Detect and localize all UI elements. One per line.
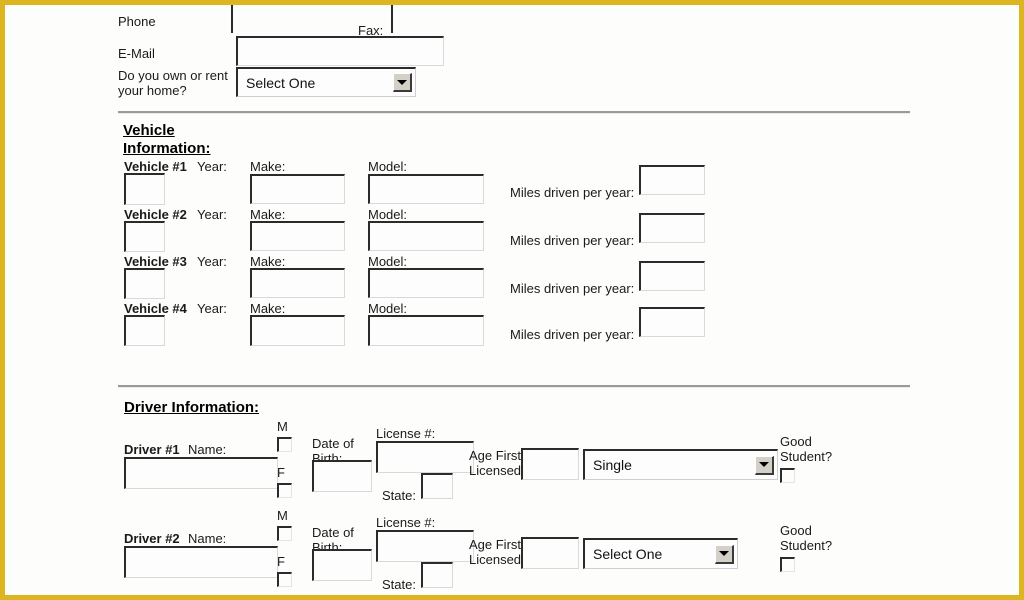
vehicle-make-input[interactable] <box>250 268 345 298</box>
driver-age-first-licensed-input[interactable] <box>521 537 579 569</box>
vehicle-make-label: Make: <box>250 159 286 174</box>
section-divider-vehicle <box>118 111 910 114</box>
phone-label: Phone <box>118 14 156 29</box>
vehicle-row-label: Vehicle #3 <box>124 254 187 269</box>
vehicle-miles-input[interactable] <box>639 307 705 337</box>
vehicle-miles-input[interactable] <box>639 165 705 195</box>
driver-female-checkbox[interactable] <box>277 483 292 498</box>
email-label: E-Mail <box>118 46 155 61</box>
vehicle-year-label: Year: <box>197 159 227 174</box>
driver-name-input[interactable] <box>124 546 278 578</box>
driver-male-checkbox[interactable] <box>277 526 292 541</box>
driver-state-input[interactable] <box>421 562 453 588</box>
vehicle-model-label: Model: <box>368 159 408 174</box>
vehicle-make-label: Make: <box>250 207 286 222</box>
vehicle-model-input[interactable] <box>368 221 484 251</box>
own-or-rent-select-value: Select One <box>246 74 316 91</box>
vehicle-miles-label: Miles driven per year: <box>510 327 635 342</box>
document-page: Phone Fax: E-Mail Do you own or rent you… <box>0 0 1024 600</box>
vehicle-make-label: Make: <box>250 301 286 316</box>
driver-section-heading: Driver Information: <box>124 399 260 416</box>
vehicle-year-label: Year: <box>197 254 227 269</box>
vehicle-miles-input[interactable] <box>639 261 705 291</box>
driver-female-label: F <box>277 554 285 569</box>
driver-license-input[interactable] <box>376 441 474 473</box>
form-sheet: Phone Fax: E-Mail Do you own or rent you… <box>5 5 1019 595</box>
vehicle-model-label: Model: <box>368 301 408 316</box>
driver-dob-input[interactable] <box>312 549 372 581</box>
driver-marital-status-select[interactable]: Select One <box>583 538 738 569</box>
chevron-down-icon[interactable] <box>715 544 734 564</box>
driver-good-student-checkbox[interactable] <box>780 468 795 483</box>
section-divider-driver <box>118 385 910 388</box>
vehicle-section-heading: Vehicle Information: <box>123 122 211 157</box>
vehicle-year-input[interactable] <box>124 173 165 205</box>
vehicle-make-label: Make: <box>250 254 286 269</box>
vehicle-miles-input[interactable] <box>639 213 705 243</box>
vehicle-model-input[interactable] <box>368 174 484 204</box>
driver-license-label: License #: <box>376 426 436 441</box>
vehicle-year-input[interactable] <box>124 268 165 299</box>
driver-row-label: Driver #1 <box>124 442 180 457</box>
driver-marital-status-value: Single <box>593 457 632 473</box>
vehicle-make-input[interactable] <box>250 174 345 204</box>
own-or-rent-select[interactable]: Select One <box>236 67 416 97</box>
email-input[interactable] <box>236 36 444 66</box>
driver-marital-status-value: Select One <box>593 546 663 562</box>
vehicle-model-label: Model: <box>368 254 408 269</box>
chevron-down-icon[interactable] <box>755 455 774 475</box>
vehicle-year-label: Year: <box>197 207 227 222</box>
driver-dob-input[interactable] <box>312 460 372 492</box>
driver-license-input[interactable] <box>376 530 474 562</box>
driver-good-student-checkbox[interactable] <box>780 557 795 572</box>
driver-name-label: Name: <box>188 531 227 546</box>
vehicle-make-input[interactable] <box>250 221 345 251</box>
driver-good-student-label: Good Student? <box>780 434 833 464</box>
vehicle-model-input[interactable] <box>368 268 484 298</box>
vehicle-row-label: Vehicle #2 <box>124 207 187 222</box>
vehicle-row-label: Vehicle #1 <box>124 159 187 174</box>
driver-female-label: F <box>277 465 285 480</box>
driver-state-label: State: <box>382 488 416 503</box>
vehicle-row-label: Vehicle #4 <box>124 301 187 316</box>
driver-name-input[interactable] <box>124 457 278 489</box>
own-or-rent-label: Do you own or rent your home? <box>118 68 228 98</box>
vehicle-year-label: Year: <box>197 301 227 316</box>
driver-state-input[interactable] <box>421 473 453 499</box>
driver-female-checkbox[interactable] <box>277 572 292 587</box>
chevron-down-icon[interactable] <box>393 73 412 92</box>
driver-male-checkbox[interactable] <box>277 437 292 452</box>
driver-male-label: M <box>277 419 288 434</box>
driver-age-first-licensed-input[interactable] <box>521 448 579 480</box>
vehicle-year-input[interactable] <box>124 221 165 252</box>
vehicle-model-label: Model: <box>368 207 408 222</box>
driver-male-label: M <box>277 508 288 523</box>
fax-input[interactable] <box>391 5 541 33</box>
vehicle-make-input[interactable] <box>250 315 345 346</box>
driver-name-label: Name: <box>188 442 227 457</box>
driver-marital-status-select[interactable]: Single <box>583 449 778 480</box>
driver-state-label: State: <box>382 577 416 592</box>
vehicle-miles-label: Miles driven per year: <box>510 281 635 296</box>
driver-license-label: License #: <box>376 515 436 530</box>
vehicle-year-input[interactable] <box>124 315 165 346</box>
vehicle-miles-label: Miles driven per year: <box>510 185 635 200</box>
driver-row-label: Driver #2 <box>124 531 180 546</box>
vehicle-model-input[interactable] <box>368 315 484 346</box>
vehicle-miles-label: Miles driven per year: <box>510 233 635 248</box>
driver-good-student-label: Good Student? <box>780 523 833 553</box>
